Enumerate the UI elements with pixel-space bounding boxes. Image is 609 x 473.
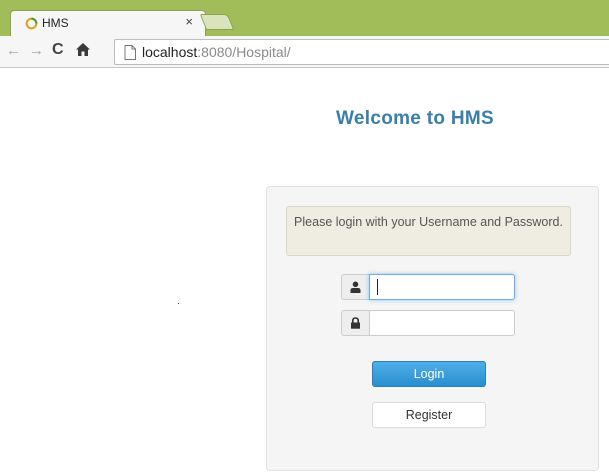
url-text: localhost:8080/Hospital/ xyxy=(142,44,291,60)
back-arrow-icon[interactable]: ← xyxy=(6,42,21,60)
password-group xyxy=(341,310,515,336)
reload-icon[interactable]: C xyxy=(52,41,64,59)
browser-tabstrip: HMS × xyxy=(0,0,609,36)
stray-dot xyxy=(178,303,179,304)
user-icon xyxy=(350,281,361,293)
lock-icon xyxy=(351,317,360,329)
forward-arrow-icon[interactable]: → xyxy=(29,42,44,60)
url-host: localhost xyxy=(142,44,198,60)
browser-toolbar: ← → C localhost:8080/Hospital/ xyxy=(0,36,609,68)
browser-tab-hms[interactable]: HMS × xyxy=(10,10,206,36)
tab-title: HMS xyxy=(42,16,69,30)
address-bar[interactable]: localhost:8080/Hospital/ xyxy=(114,39,609,65)
username-input[interactable] xyxy=(369,274,515,300)
url-path: :8080/Hospital/ xyxy=(197,44,291,60)
login-button[interactable]: Login xyxy=(372,361,486,387)
login-alert: Please login with your Username and Pass… xyxy=(286,206,571,256)
username-group xyxy=(341,274,515,300)
loading-spinner-icon xyxy=(25,17,38,30)
user-icon-addon xyxy=(341,274,369,300)
page-icon xyxy=(124,45,136,60)
text-caret xyxy=(377,279,378,295)
lock-icon-addon xyxy=(341,310,369,336)
tab-close-icon[interactable]: × xyxy=(185,14,193,29)
new-tab-button[interactable] xyxy=(199,14,235,30)
register-button[interactable]: Register xyxy=(372,402,486,428)
page-title: Welcome to HMS xyxy=(336,108,494,129)
home-icon[interactable] xyxy=(74,41,92,59)
password-input[interactable] xyxy=(369,310,515,336)
login-panel: Please login with your Username and Pass… xyxy=(266,186,599,471)
